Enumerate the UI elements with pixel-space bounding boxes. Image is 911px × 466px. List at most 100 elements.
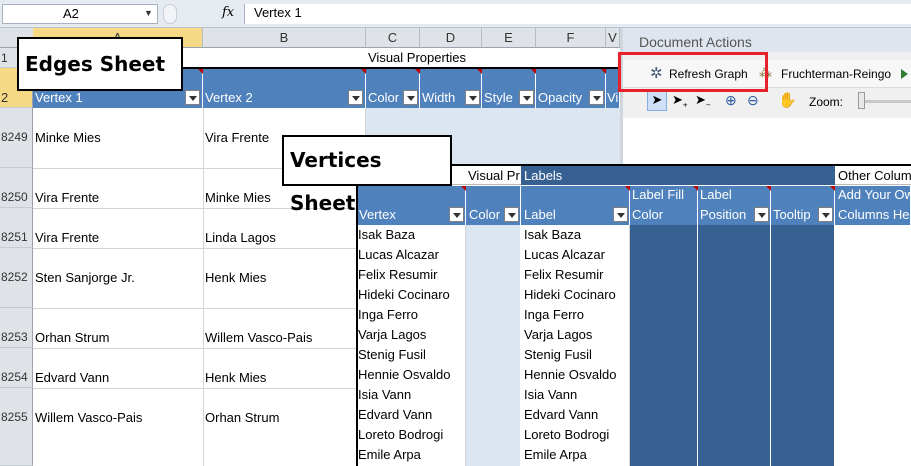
list-item-vertex[interactable]: Felix Resumir: [358, 267, 465, 282]
table-row-vertex-2[interactable]: Henk Mies: [205, 270, 355, 285]
list-item-vertex[interactable]: Varja Lagos: [358, 327, 465, 342]
list-item-label[interactable]: Hennie Osvaldo: [524, 367, 629, 382]
insert-function-icon[interactable]: fx: [222, 5, 234, 20]
comment-indicator-icon: [766, 186, 771, 191]
list-item-vertex[interactable]: Isia Vann: [358, 387, 465, 402]
filter-vertex-1-icon[interactable]: [185, 90, 200, 105]
table-row-vertex-1[interactable]: Willem Vasco-Pais: [35, 410, 201, 425]
table-row-vertex-2[interactable]: Linda Lagos: [205, 230, 355, 245]
header-label-fill-line-1: Label Fill: [632, 187, 685, 202]
list-item-label[interactable]: Loreto Bodrogi: [524, 427, 629, 442]
row-header[interactable]: 8252: [0, 248, 33, 308]
zoom-in-icon[interactable]: ⊕: [725, 92, 737, 109]
list-item-label[interactable]: Emile Arpa: [524, 447, 629, 462]
list-item-vertex[interactable]: Inga Ferro: [358, 307, 465, 322]
table-row-vertex-1[interactable]: Sten Sanjorge Jr.: [35, 270, 201, 285]
filter-tooltip-icon[interactable]: [818, 207, 833, 222]
list-item-vertex[interactable]: Hideki Cocinaro: [358, 287, 465, 302]
column-header-e[interactable]: E: [482, 28, 536, 48]
header-add-your-own[interactable]: Add Your Ow Columns He: [835, 186, 911, 225]
column-header-c[interactable]: C: [366, 28, 420, 48]
header-opacity-label: Opacity: [538, 90, 583, 105]
document-actions-title-bar: Document Actions: [623, 28, 911, 52]
filter-label-icon[interactable]: [613, 207, 628, 222]
header-label-fill-line-2: Color: [632, 207, 664, 222]
comment-indicator-icon: [198, 69, 203, 74]
list-item-vertex[interactable]: Loreto Bodrogi: [358, 427, 465, 442]
name-box[interactable]: A2 ▼: [2, 4, 158, 24]
list-item-label[interactable]: Inga Ferro: [524, 307, 629, 322]
formula-input[interactable]: Vertex 1: [244, 4, 911, 24]
list-item-vertex[interactable]: Stenig Fusil: [358, 347, 465, 362]
table-row-vertex-1[interactable]: Orhan Strum: [35, 330, 201, 345]
list-item-label[interactable]: Edvard Vann: [524, 407, 629, 422]
column-header-d[interactable]: D: [420, 28, 482, 48]
zoom-slider-track[interactable]: [861, 100, 911, 103]
row-header[interactable]: 8251: [0, 208, 33, 248]
filter-label-position-icon[interactable]: [754, 207, 769, 222]
list-item-vertex[interactable]: Edvard Vann: [358, 407, 465, 422]
header-label-position-line-2: Position: [700, 207, 747, 222]
list-item-label[interactable]: Varja Lagos: [524, 327, 629, 342]
column-header-f[interactable]: F: [536, 28, 606, 48]
filter-vertex-2-icon[interactable]: [348, 90, 363, 105]
list-item-label[interactable]: Stenig Fusil: [524, 347, 629, 362]
column-header-v[interactable]: V: [606, 28, 620, 48]
table-row-vertex-2[interactable]: Henk Mies: [205, 370, 355, 385]
vertex-color-column: [466, 225, 521, 466]
row-divider: [33, 308, 366, 309]
filter-color-icon[interactable]: [403, 90, 418, 105]
list-item-label[interactable]: Isia Vann: [524, 387, 629, 402]
label-fill-column: [630, 225, 698, 466]
list-item-vertex[interactable]: Lucas Alcazar: [358, 247, 465, 262]
row-header[interactable]: 8255: [0, 388, 33, 466]
filter-vertex-color-icon[interactable]: [504, 207, 519, 222]
label-position-column: [698, 225, 771, 466]
table-row-vertex-1[interactable]: Minke Mies: [35, 130, 201, 145]
list-item-label[interactable]: Lucas Alcazar: [524, 247, 629, 262]
formula-bar-handle[interactable]: [163, 4, 177, 24]
header-style-label: Style: [484, 90, 513, 105]
row-header[interactable]: 8253: [0, 308, 33, 348]
play-arrow-icon[interactable]: [901, 69, 908, 79]
list-item-label[interactable]: Felix Resumir: [524, 267, 629, 282]
comment-indicator-icon: [693, 186, 698, 191]
pan-hand-icon[interactable]: ✋: [778, 91, 797, 109]
header-vertex-label: Vertex: [359, 207, 396, 222]
comment-indicator-icon: [461, 186, 466, 191]
add-own-column: [835, 225, 911, 466]
comment-indicator-icon: [601, 69, 606, 74]
list-item-vertex[interactable]: Emile Arpa: [358, 447, 465, 462]
filter-vertex-icon[interactable]: [449, 207, 464, 222]
row-header[interactable]: 8254: [0, 348, 33, 388]
select-tool-button[interactable]: ➤: [647, 91, 667, 111]
row-header[interactable]: 8250: [0, 168, 33, 208]
list-item-vertex[interactable]: Isak Baza: [358, 227, 465, 242]
table-row-vertex-1[interactable]: Vira Frente: [35, 190, 201, 205]
list-item-label[interactable]: Isak Baza: [524, 227, 629, 242]
zoom-slider-thumb[interactable]: [858, 92, 865, 109]
table-row-vertex-1[interactable]: Vira Frente: [35, 230, 201, 245]
zoom-out-icon[interactable]: ⊖: [747, 92, 759, 109]
list-item-label[interactable]: Hideki Cocinaro: [524, 287, 629, 302]
header-vertex-2[interactable]: Vertex 2: [203, 69, 366, 108]
table-row-vertex-1[interactable]: Edvard Vann: [35, 370, 201, 385]
comment-indicator-icon: [477, 69, 482, 74]
list-item-vertex[interactable]: Hennie Osvaldo: [358, 367, 465, 382]
table-row-vertex-2[interactable]: Orhan Strum: [205, 410, 355, 425]
visual-properties-group: Visual Properties: [368, 50, 467, 65]
subtract-select-icon[interactable]: ➤−: [695, 92, 711, 110]
highlight-box: [618, 52, 768, 92]
filter-opacity-icon[interactable]: [589, 90, 604, 105]
column-header-b[interactable]: B: [203, 28, 366, 48]
layout-dropdown[interactable]: Fruchterman-Reingo: [779, 65, 911, 85]
add-select-icon[interactable]: ➤+: [672, 92, 688, 110]
chevron-down-icon[interactable]: ▼: [144, 8, 153, 18]
header-label-fill-color[interactable]: Label Fill Color: [630, 186, 698, 225]
comment-indicator-icon: [625, 186, 630, 191]
filter-style-icon[interactable]: [519, 90, 534, 105]
table-row-vertex-2[interactable]: Willem Vasco-Pais: [205, 330, 355, 345]
row-header[interactable]: 8249: [0, 108, 33, 168]
graph-canvas[interactable]: [623, 118, 911, 168]
filter-width-icon[interactable]: [465, 90, 480, 105]
